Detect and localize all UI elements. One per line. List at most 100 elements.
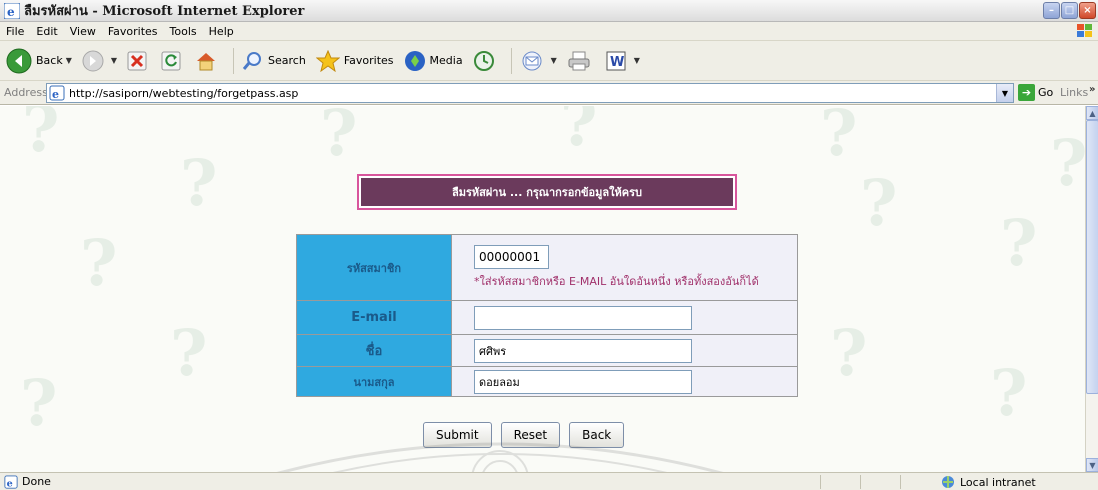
- background-question-mark: ?: [170, 316, 208, 391]
- go-arrow-icon: ➔: [1018, 84, 1035, 101]
- mail-icon: [522, 51, 542, 70]
- address-dropdown-icon[interactable]: ▼: [996, 84, 1013, 102]
- links-chevron-icon[interactable]: »: [1089, 84, 1095, 95]
- page-icon: e: [49, 85, 65, 101]
- history-button[interactable]: [473, 50, 499, 72]
- close-button[interactable]: ×: [1079, 2, 1096, 19]
- maximize-button[interactable]: □: [1061, 2, 1078, 19]
- background-question-mark: ?: [820, 106, 858, 171]
- toolbar-separator: [510, 47, 512, 74]
- page-banner: ลืมรหัสผ่าน ... กรุณากรอกข้อมูลให้ครบ: [357, 174, 737, 210]
- mail-dropdown-icon[interactable]: ▼: [551, 56, 557, 65]
- member-id-input[interactable]: 00000001: [474, 245, 549, 269]
- status-separator: [860, 475, 861, 489]
- address-input[interactable]: e http://sasiporn/webtesting/forgetpass.…: [46, 83, 1014, 103]
- media-button[interactable]: Media: [404, 50, 463, 72]
- lastname-input[interactable]: ดอยลอม: [474, 369, 692, 394]
- menu-edit[interactable]: Edit: [36, 25, 57, 38]
- address-bar: Address e http://sasiporn/webtesting/for…: [0, 81, 1098, 105]
- print-icon: [568, 51, 590, 70]
- menu-file[interactable]: File: [6, 25, 24, 38]
- stop-icon: [127, 51, 147, 70]
- ie-icon: e: [4, 2, 20, 19]
- status-text: Done: [22, 475, 51, 488]
- email-input[interactable]: [474, 305, 692, 330]
- member-id-hint: *ใส่รหัสสมาชิกหรือ E-MAIL อันใดอันหนึ่ง …: [474, 275, 759, 288]
- go-button[interactable]: ➔ Go: [1018, 84, 1053, 101]
- forward-button[interactable]: ▼: [82, 50, 117, 72]
- firstname-input[interactable]: ศศิพร: [474, 338, 692, 363]
- background-question-mark: ?: [860, 166, 898, 241]
- background-question-mark: ?: [990, 356, 1028, 431]
- zone-label: Local intranet: [960, 475, 1036, 489]
- background-question-mark: ?: [1000, 206, 1038, 281]
- svg-text:e: e: [52, 88, 59, 101]
- edit-button[interactable]: W ▼: [605, 50, 640, 72]
- mail-button[interactable]: ▼: [520, 50, 557, 72]
- go-label: Go: [1038, 86, 1054, 99]
- scroll-thumb[interactable]: [1086, 120, 1098, 394]
- background-question-mark: ?: [180, 146, 218, 221]
- back-label: Back: [36, 54, 63, 67]
- print-button[interactable]: [567, 50, 595, 72]
- email-label: E-mail: [296, 300, 452, 335]
- favorites-label: Favorites: [343, 54, 394, 67]
- edit-icon: W: [606, 51, 626, 70]
- svg-text:e: e: [7, 478, 13, 489]
- page-banner-text: ลืมรหัสผ่าน ... กรุณากรอกข้อมูลให้ครบ: [361, 178, 733, 206]
- scroll-up-icon[interactable]: ▲: [1086, 106, 1098, 120]
- firstname-label: ชื่อ: [296, 334, 452, 367]
- menu-bar: File Edit View Favorites Tools Help: [0, 22, 1098, 41]
- toolbar: Back ▼ ▼ Search Favorites Media ▼ W ▼: [0, 41, 1098, 81]
- links-button[interactable]: Links: [1060, 86, 1088, 99]
- page-status-icon: e: [4, 474, 18, 489]
- svg-text:e: e: [7, 5, 15, 19]
- address-url: http://sasiporn/webtesting/forgetpass.as…: [69, 86, 299, 100]
- forward-icon: [82, 50, 104, 71]
- forward-dropdown-icon[interactable]: ▼: [111, 56, 117, 65]
- minimize-button[interactable]: –: [1043, 2, 1060, 19]
- back-icon: [6, 48, 32, 73]
- history-icon: [473, 50, 494, 71]
- menu-help[interactable]: Help: [209, 25, 234, 38]
- member-id-label: รหัสสมาชิก: [296, 234, 452, 301]
- toolbar-separator: [233, 47, 235, 74]
- security-zone: Local intranet: [940, 475, 1036, 489]
- zone-icon: [942, 476, 954, 488]
- forgot-password-form: รหัสสมาชิก 00000001 *ใส่รหัสสมาชิกหรือ E…: [296, 234, 798, 397]
- background-question-mark: ?: [80, 226, 118, 301]
- background-question-mark: ?: [1050, 126, 1085, 201]
- scroll-down-icon[interactable]: ▼: [1086, 458, 1098, 472]
- menu-tools[interactable]: Tools: [170, 25, 197, 38]
- favorites-button[interactable]: Favorites: [315, 49, 394, 72]
- favorites-star-icon: [315, 49, 340, 72]
- svg-text:W: W: [610, 55, 624, 70]
- university-seal-watermark: [276, 442, 724, 472]
- background-question-mark: ?: [830, 316, 868, 391]
- media-label: Media: [429, 54, 463, 67]
- refresh-button[interactable]: [161, 51, 185, 71]
- menu-favorites[interactable]: Favorites: [108, 25, 158, 38]
- back-dropdown-icon[interactable]: ▼: [66, 56, 72, 65]
- page-content: ? ? ? ? ? ? ? ? ? ? ? ? ? ลืมรหัสผ่าน ..…: [0, 106, 1085, 472]
- background-question-mark: ?: [320, 106, 358, 171]
- back-button[interactable]: Back ▼: [6, 48, 72, 74]
- search-label: Search: [268, 54, 306, 67]
- status-bar: e Done Local intranet: [0, 472, 1098, 490]
- menu-view[interactable]: View: [70, 25, 96, 38]
- edit-dropdown-icon[interactable]: ▼: [634, 56, 640, 65]
- address-label: Address: [4, 86, 48, 99]
- media-icon: [404, 50, 425, 71]
- vertical-scrollbar[interactable]: ▲ ▼: [1085, 106, 1098, 472]
- background-question-mark: ?: [20, 366, 58, 441]
- title-bar: e ลืมรหัสผ่าน - Microsoft Internet Explo…: [0, 0, 1098, 22]
- home-button[interactable]: [195, 51, 221, 71]
- refresh-icon: [161, 51, 181, 70]
- stop-button[interactable]: [127, 51, 151, 71]
- home-icon: [197, 52, 216, 70]
- window-title: ลืมรหัสผ่าน - Microsoft Internet Explore…: [24, 4, 305, 19]
- status-separator: [820, 475, 821, 489]
- background-question-mark: ?: [560, 106, 598, 161]
- search-button[interactable]: Search: [242, 50, 306, 72]
- search-icon: [242, 51, 262, 70]
